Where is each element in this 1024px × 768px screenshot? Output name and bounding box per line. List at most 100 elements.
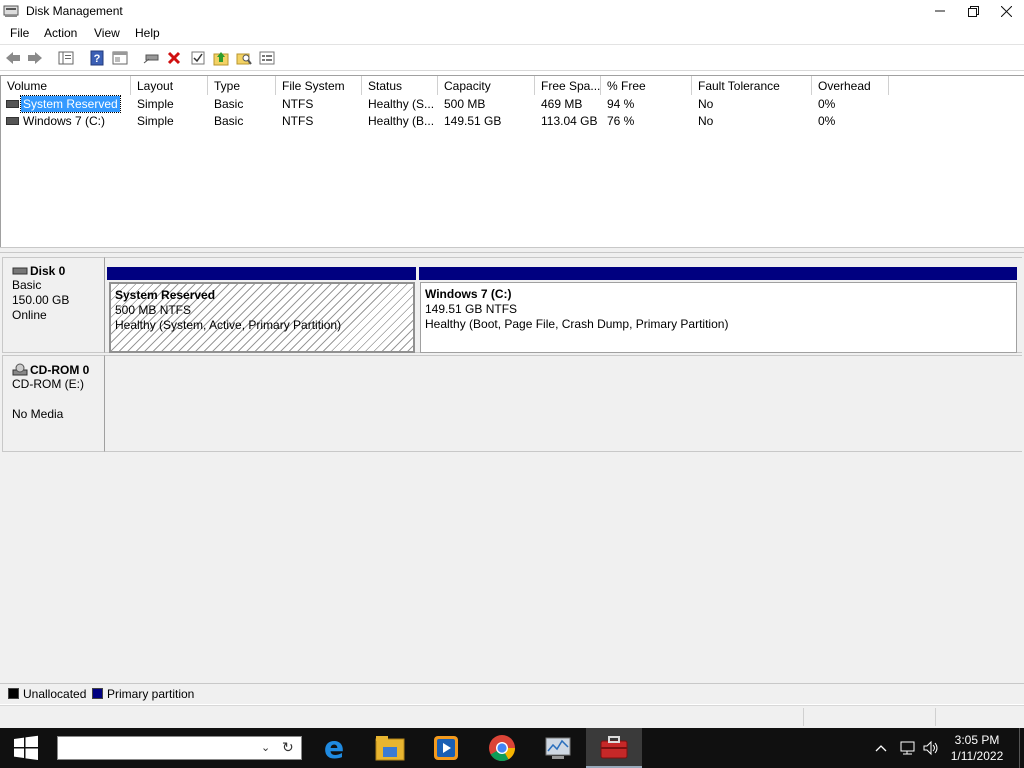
cdrom-0-area (105, 355, 1022, 452)
column-layout[interactable]: Layout (131, 76, 208, 95)
free-space-cell: 469 MB (541, 97, 583, 111)
capacity-cell: 500 MB (444, 97, 486, 111)
fault-tolerance-cell: No (698, 114, 714, 128)
toolbar: ? (0, 44, 1024, 71)
properties-icon (112, 51, 128, 65)
volume-name[interactable]: System Reserved (20, 95, 121, 113)
show-desktop-button[interactable] (1019, 728, 1024, 768)
computer-management-icon (600, 736, 628, 759)
minimize-button[interactable] (923, 0, 957, 22)
menu-view[interactable]: View (94, 26, 120, 40)
overhead-cell: 0% (818, 97, 836, 111)
console-tree-button[interactable] (57, 49, 75, 67)
table-row[interactable]: Windows 7 (C:) Simple Basic NTFS Healthy… (1, 113, 1023, 130)
clock-date: 1/11/2022 (950, 749, 1004, 763)
column-overhead[interactable]: Overhead (812, 76, 889, 95)
status-cell: Healthy (B... (368, 114, 435, 128)
menu-file[interactable]: File (10, 26, 29, 40)
column-percent-free[interactable]: % Free (601, 76, 692, 95)
tray-network[interactable] (897, 728, 919, 768)
taskbar-edge[interactable]: e (306, 728, 362, 768)
help-button[interactable]: ? (88, 49, 106, 67)
folder-up-icon (213, 52, 229, 66)
volume-icon (6, 100, 19, 108)
tray-expand[interactable] (872, 728, 890, 768)
search-box[interactable]: ⌄ ↻ (57, 736, 302, 760)
refresh-icon[interactable]: ↻ (282, 739, 294, 756)
back-button[interactable] (4, 49, 22, 67)
close-button[interactable] (989, 0, 1023, 22)
partition-size: 149.51 GB NTFS (425, 302, 518, 316)
forward-button[interactable] (26, 49, 44, 67)
table-row[interactable]: System Reserved Simple Basic NTFS Health… (1, 95, 1023, 113)
tray-volume[interactable] (920, 728, 942, 768)
volume-list-header: Volume Layout Type File System Status Ca… (1, 76, 1023, 95)
menu-action[interactable]: Action (44, 26, 77, 40)
volume-icon (6, 117, 19, 125)
file-system-cell: NTFS (282, 97, 314, 111)
file-system-cell: NTFS (282, 114, 314, 128)
disk-management-icon (3, 5, 19, 17)
column-free-space[interactable]: Free Spa... (535, 76, 601, 95)
menu-bar: File Action View Help (0, 22, 1024, 43)
type-cell: Basic (214, 97, 244, 111)
close-icon (1000, 5, 1012, 17)
cdrom-0-label[interactable]: CD-ROM 0 CD-ROM (E:) No Media (2, 355, 105, 452)
partition-bar (419, 267, 1017, 280)
partition-name: System Reserved (115, 288, 216, 302)
windows-logo-icon (14, 735, 38, 760)
column-type[interactable]: Type (208, 76, 276, 95)
disk-graphical-view: Disk 0 Basic 150.00 GB Online System Res… (0, 253, 1024, 703)
taskbar-computer-management[interactable] (586, 728, 642, 768)
menu-help[interactable]: Help (135, 26, 160, 40)
taskbar-chrome[interactable] (474, 728, 530, 768)
start-button[interactable] (0, 728, 52, 768)
media-player-icon (434, 736, 458, 760)
delete-button[interactable] (165, 49, 183, 67)
partition-system-reserved[interactable]: System Reserved 500 MB NTFS Healthy (Sys… (109, 282, 415, 353)
clock-time: 3:05 PM (954, 733, 1000, 747)
partition-windows-7[interactable]: Windows 7 (C:) 149.51 GB NTFS Healthy (B… (420, 282, 1017, 353)
column-volume[interactable]: Volume (1, 76, 131, 95)
speaker-icon (923, 740, 938, 756)
search-input[interactable] (62, 740, 252, 756)
minimize-icon (935, 10, 945, 12)
taskbar-performance-monitor[interactable] (530, 728, 586, 768)
column-capacity[interactable]: Capacity (438, 76, 535, 95)
list-view-icon (259, 51, 275, 65)
disk-type: CD-ROM (E:) (12, 377, 84, 391)
chevron-down-icon[interactable]: ⌄ (261, 741, 270, 754)
partition-status: Healthy (System, Active, Primary Partiti… (115, 318, 342, 332)
properties-button[interactable] (111, 49, 129, 67)
delete-icon (167, 51, 181, 65)
partition-bar (107, 267, 416, 280)
forward-icon (28, 52, 42, 64)
disk-state: Online (12, 308, 47, 322)
restore-icon (967, 5, 979, 17)
layout-cell: Simple (137, 97, 174, 111)
check-icon (191, 51, 205, 65)
column-fault-tolerance[interactable]: Fault Tolerance (692, 76, 812, 95)
restore-button[interactable] (956, 0, 990, 22)
taskbar-media-player[interactable] (418, 728, 474, 768)
disk-0-label[interactable]: Disk 0 Basic 150.00 GB Online (2, 257, 105, 353)
disk-name: Disk 0 (30, 264, 66, 278)
disk-type: Basic (12, 278, 42, 292)
svg-text:e: e (324, 734, 344, 762)
chevron-up-icon (875, 745, 887, 752)
taskbar-file-explorer[interactable] (362, 728, 418, 768)
console-tree-icon (58, 51, 74, 65)
partition-status: Healthy (Boot, Page File, Crash Dump, Pr… (425, 317, 729, 331)
list-view-button[interactable] (258, 49, 276, 67)
folder-search-button[interactable] (235, 49, 253, 67)
connect-drive-button[interactable] (142, 49, 160, 67)
check-button[interactable] (189, 49, 207, 67)
volume-name[interactable]: Windows 7 (C:) (21, 113, 107, 129)
back-icon (6, 52, 20, 64)
column-file-system[interactable]: File System (276, 76, 362, 95)
clock[interactable]: 3:05 PM 1/11/2022 (944, 732, 1010, 764)
status-cell: Healthy (S... (368, 97, 435, 111)
volume-list[interactable]: Volume Layout Type File System Status Ca… (0, 75, 1024, 247)
folder-up-button[interactable] (212, 49, 230, 67)
column-status[interactable]: Status (362, 76, 438, 95)
